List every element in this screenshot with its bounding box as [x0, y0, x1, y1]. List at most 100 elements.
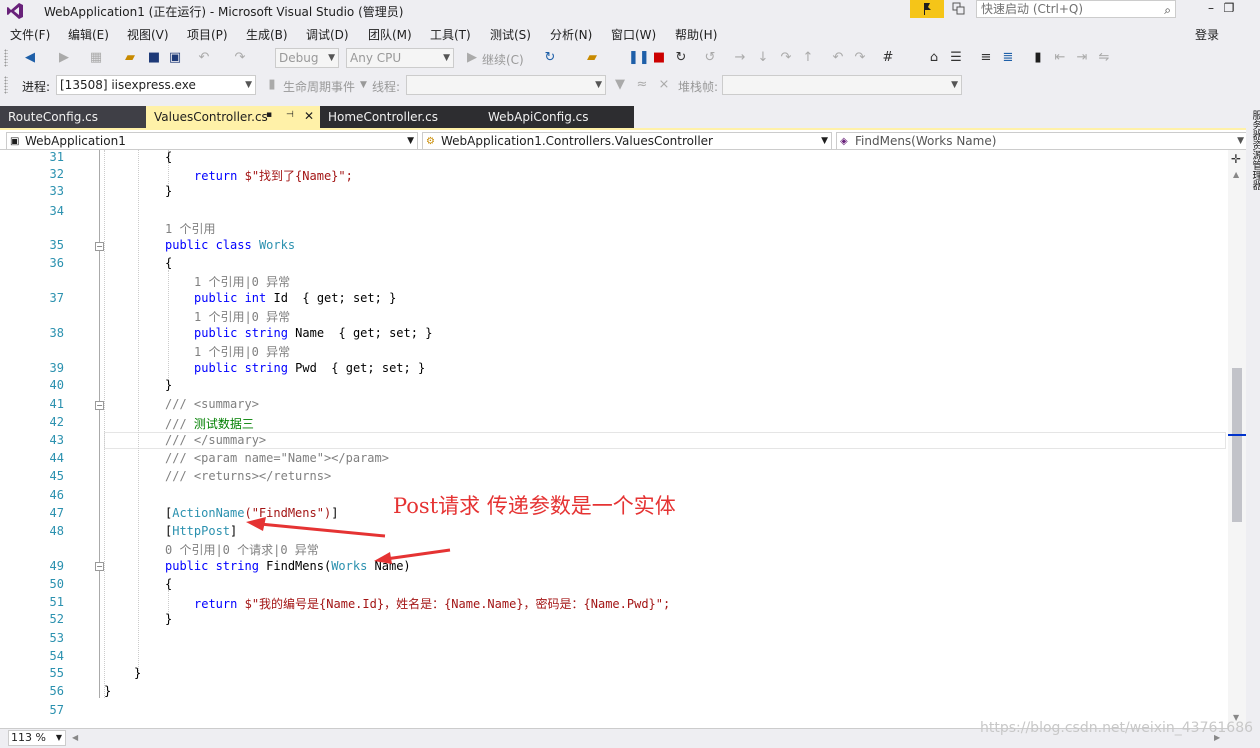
step-over-icon[interactable]: ↓: [755, 50, 771, 66]
suspend-icon[interactable]: ▮: [264, 77, 280, 93]
notifications-icon[interactable]: [952, 2, 966, 16]
menu-view[interactable]: 视图(V): [127, 26, 169, 43]
restore-button[interactable]: ❐: [1206, 0, 1252, 18]
continue-play-icon[interactable]: ▶: [464, 50, 480, 66]
comment-icon[interactable]: ↶: [830, 50, 846, 66]
tab-label: HomeController.cs: [328, 110, 439, 124]
prev-bookmark-icon[interactable]: ⇤: [1052, 50, 1068, 66]
feedback-flag-button[interactable]: [910, 0, 944, 18]
line-number: 50: [49, 577, 64, 591]
toolbar-grip[interactable]: [4, 49, 8, 67]
server-explorer-tab[interactable]: 服务器资源管理器: [1248, 110, 1260, 190]
project-dropdown[interactable]: ▣ WebApplication1 ▼: [6, 132, 418, 150]
line-number: 48: [49, 524, 64, 538]
new-project-icon[interactable]: ▦: [88, 50, 104, 66]
open-file-icon[interactable]: ▰: [122, 50, 138, 66]
line-number: 54: [49, 649, 64, 663]
forward-icon[interactable]: ▶: [56, 50, 72, 66]
process-dropdown[interactable]: [13508] iisexpress.exe ▼: [56, 75, 256, 95]
platform-dropdown[interactable]: Any CPU ▼: [346, 48, 454, 68]
zoom-dropdown[interactable]: 113 % ▼: [8, 730, 66, 746]
menu-tools[interactable]: 工具(T): [430, 26, 471, 43]
codelens-references[interactable]: 1 个引用|0 异常: [194, 273, 290, 290]
refresh-icon[interactable]: ↻: [542, 50, 558, 66]
pause-icon[interactable]: ❚❚: [628, 50, 650, 66]
pin-icon[interactable]: ▪: [266, 110, 272, 120]
flag-threads-icon[interactable]: ≈: [634, 77, 650, 93]
sign-in-link[interactable]: 登录: [1195, 26, 1219, 43]
tab-webapiconfig[interactable]: WebApiConfig.cs: [482, 106, 634, 128]
stack-icon[interactable]: ☰: [948, 50, 964, 66]
restart-icon[interactable]: ↻: [673, 50, 689, 66]
menu-debug[interactable]: 调试(D): [306, 26, 349, 43]
menu-team[interactable]: 团队(M): [368, 26, 412, 43]
process-label: 进程:: [22, 80, 51, 94]
stackframe-dropdown[interactable]: ▼: [722, 75, 962, 95]
codelens-references[interactable]: 1 个引用|0 异常: [194, 308, 290, 325]
collapse-icon[interactable]: −: [95, 242, 104, 251]
bookmark-icon[interactable]: ▮: [1030, 50, 1046, 66]
collapse-icon[interactable]: −: [95, 562, 104, 571]
codelens-references[interactable]: 1 个引用|0 异常: [194, 343, 290, 360]
menu-analyze[interactable]: 分析(N): [550, 26, 592, 43]
close-icon[interactable]: ✕: [304, 109, 314, 123]
thread-dropdown[interactable]: ▼: [406, 75, 606, 95]
chevron-down-icon[interactable]: ▼: [360, 80, 367, 90]
split-window-icon[interactable]: ✛: [1231, 152, 1241, 166]
chevron-down-icon: ▼: [821, 136, 828, 146]
scrollbar-thumb[interactable]: [1232, 368, 1242, 522]
stop-icon[interactable]: ■: [651, 50, 667, 66]
line-number: 47: [49, 506, 64, 520]
undo-icon[interactable]: ↶: [196, 50, 212, 66]
indent-icon[interactable]: ≣: [1000, 50, 1016, 66]
collapse-icon[interactable]: −: [95, 401, 104, 410]
indent-guide: [168, 270, 169, 380]
filter-icon[interactable]: ▼: [612, 77, 628, 93]
menu-project[interactable]: 项目(P): [187, 26, 228, 43]
quick-launch-input[interactable]: 快速启动 (Ctrl+Q) ⌕: [976, 0, 1176, 18]
line-number: 53: [49, 631, 64, 645]
lifecycle-events-button[interactable]: 生命周期事件: [283, 78, 355, 95]
menu-build[interactable]: 生成(B): [246, 26, 288, 43]
uncomment-icon[interactable]: ↷: [852, 50, 868, 66]
threads-icon[interactable]: ⌂: [926, 50, 942, 66]
show-next-statement-icon[interactable]: ↺: [702, 50, 718, 66]
solution-config-dropdown[interactable]: Debug ▼: [275, 48, 339, 68]
redo-icon[interactable]: ↷: [232, 50, 248, 66]
step-into-icon[interactable]: →: [732, 50, 748, 66]
save-all-icon[interactable]: ▣: [167, 50, 183, 66]
line-number: 34: [49, 204, 64, 218]
line-number: 35: [49, 238, 64, 252]
tab-routeconfig[interactable]: RouteConfig.cs: [0, 106, 146, 128]
toolbar-grip[interactable]: [4, 76, 8, 94]
tab-homecontroller[interactable]: HomeController.cs: [320, 106, 482, 128]
show-threads-icon[interactable]: ⨯: [656, 77, 672, 93]
scroll-left-icon[interactable]: ◀: [72, 733, 78, 742]
step-out-icon[interactable]: ↷: [778, 50, 794, 66]
back-icon[interactable]: ◀: [22, 50, 38, 66]
keep-open-icon[interactable]: ⊣: [286, 110, 294, 120]
hex-display-icon[interactable]: #: [880, 50, 896, 66]
member-dropdown[interactable]: ◈ FindMens(Works Name) ▼: [836, 132, 1248, 150]
next-bookmark-icon[interactable]: ⇥: [1074, 50, 1090, 66]
clear-bookmarks-icon[interactable]: ⇋: [1096, 50, 1112, 66]
menu-file[interactable]: 文件(F): [10, 26, 50, 43]
tab-valuescontroller[interactable]: ValuesController.cs ▪ ⊣ ✕: [146, 106, 320, 128]
line-number: 31: [49, 150, 64, 164]
vertical-scrollbar[interactable]: ✛ ▲ ▼: [1228, 150, 1246, 728]
step-up-icon[interactable]: ↑: [800, 50, 816, 66]
code-editor[interactable]: 31 32 33 34 35 36 37 38 39 40 41 42 43 44 45 46 47 48 49 50…: [0, 150, 1246, 728]
codelens-references[interactable]: 1 个引用: [165, 220, 215, 237]
menu-edit[interactable]: 编辑(E): [68, 26, 109, 43]
class-dropdown[interactable]: ⚙ WebApplication1.Controllers.ValuesCont…: [422, 132, 832, 150]
menu-test[interactable]: 测试(S): [490, 26, 531, 43]
method-icon: ◈: [840, 136, 848, 147]
browser-link-icon[interactable]: ▰: [584, 50, 600, 66]
outdent-icon[interactable]: ≡: [978, 50, 994, 66]
continue-button[interactable]: 继续(C): [482, 51, 524, 68]
scroll-up-icon[interactable]: ▲: [1233, 170, 1239, 179]
codelens-references[interactable]: 0 个引用|0 个请求|0 异常: [165, 541, 319, 558]
menu-help[interactable]: 帮助(H): [675, 26, 717, 43]
menu-window[interactable]: 窗口(W): [611, 26, 656, 43]
save-icon[interactable]: ■: [146, 50, 162, 66]
